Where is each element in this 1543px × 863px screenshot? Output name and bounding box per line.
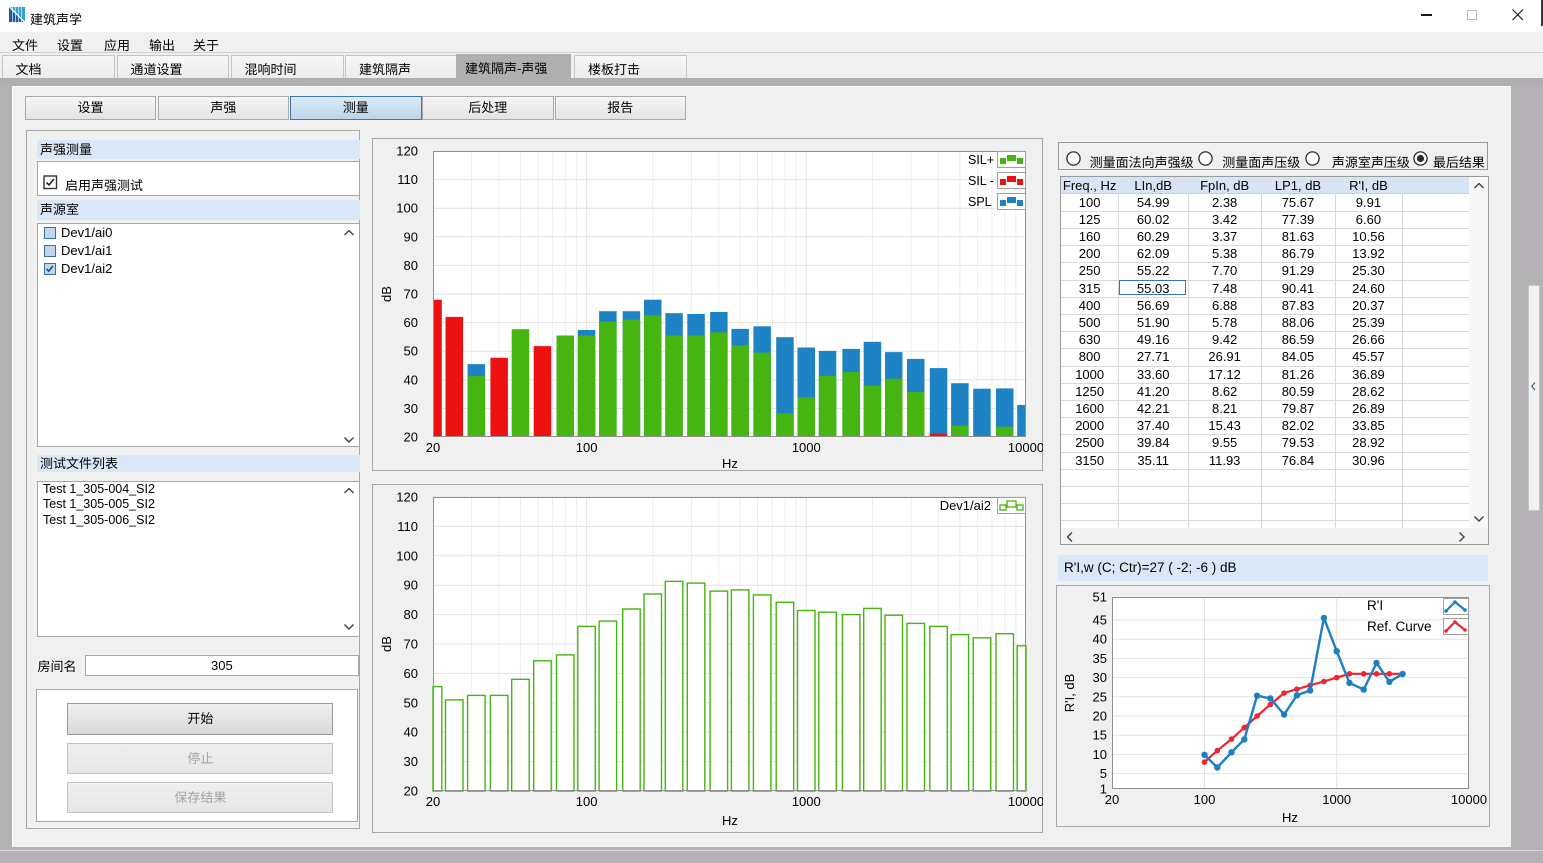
svg-text:50: 50 (404, 695, 418, 710)
svg-text:110: 110 (397, 172, 418, 187)
svg-text:120: 120 (396, 144, 418, 159)
svg-text:70: 70 (404, 637, 418, 652)
svg-text:50: 50 (404, 344, 418, 359)
svg-text:20: 20 (404, 784, 418, 799)
svg-text:dB: dB (379, 286, 394, 302)
svg-text:45: 45 (1093, 613, 1107, 628)
svg-text:R'I, dB: R'I, dB (1062, 674, 1077, 713)
svg-text:40: 40 (1093, 632, 1107, 647)
svg-text:1000: 1000 (792, 794, 821, 809)
svg-text:35: 35 (1093, 651, 1107, 666)
svg-text:10: 10 (1093, 747, 1107, 762)
svg-text:10000: 10000 (1451, 792, 1487, 807)
svg-text:120: 120 (396, 490, 418, 505)
svg-text:SPL: SPL (968, 195, 992, 209)
svg-text:Hz: Hz (722, 456, 738, 471)
svg-text:100: 100 (1194, 792, 1216, 807)
svg-text:20: 20 (426, 440, 440, 455)
svg-text:20: 20 (426, 794, 440, 809)
svg-text:100: 100 (396, 201, 418, 216)
svg-text:1000: 1000 (792, 440, 821, 455)
svg-text:90: 90 (404, 578, 418, 593)
svg-text:15: 15 (1093, 728, 1107, 743)
svg-text:90: 90 (404, 229, 418, 244)
svg-text:Hz: Hz (722, 813, 738, 828)
svg-text:30: 30 (404, 401, 418, 416)
svg-text:70: 70 (404, 287, 418, 302)
svg-text:80: 80 (404, 258, 418, 273)
svg-text:SIL -: SIL - (968, 174, 994, 188)
svg-text:100: 100 (576, 440, 598, 455)
svg-text:60: 60 (404, 666, 418, 681)
svg-text:20: 20 (404, 430, 418, 445)
svg-text:5: 5 (1100, 766, 1107, 781)
svg-text:dB: dB (379, 636, 394, 652)
svg-text:SIL+: SIL+ (968, 153, 994, 167)
svg-text:10000: 10000 (1008, 794, 1043, 809)
svg-text:51: 51 (1093, 590, 1107, 605)
svg-text:30: 30 (404, 754, 418, 769)
svg-text:Ref. Curve: Ref. Curve (1367, 619, 1432, 634)
svg-text:25: 25 (1093, 689, 1107, 704)
svg-text:80: 80 (404, 607, 418, 622)
svg-text:20: 20 (1093, 709, 1107, 724)
svg-text:1000: 1000 (1322, 792, 1351, 807)
svg-text:Dev1/ai2: Dev1/ai2 (940, 498, 991, 513)
svg-text:20: 20 (1105, 792, 1119, 807)
svg-text:100: 100 (396, 548, 418, 563)
svg-text:100: 100 (576, 794, 598, 809)
svg-text:110: 110 (397, 519, 418, 534)
svg-text:60: 60 (404, 315, 418, 330)
svg-text:R'I: R'I (1367, 598, 1383, 613)
svg-text:40: 40 (404, 725, 418, 740)
svg-text:40: 40 (404, 372, 418, 387)
svg-text:Hz: Hz (1282, 810, 1298, 825)
svg-text:10000: 10000 (1008, 440, 1043, 455)
svg-text:30: 30 (1093, 670, 1107, 685)
